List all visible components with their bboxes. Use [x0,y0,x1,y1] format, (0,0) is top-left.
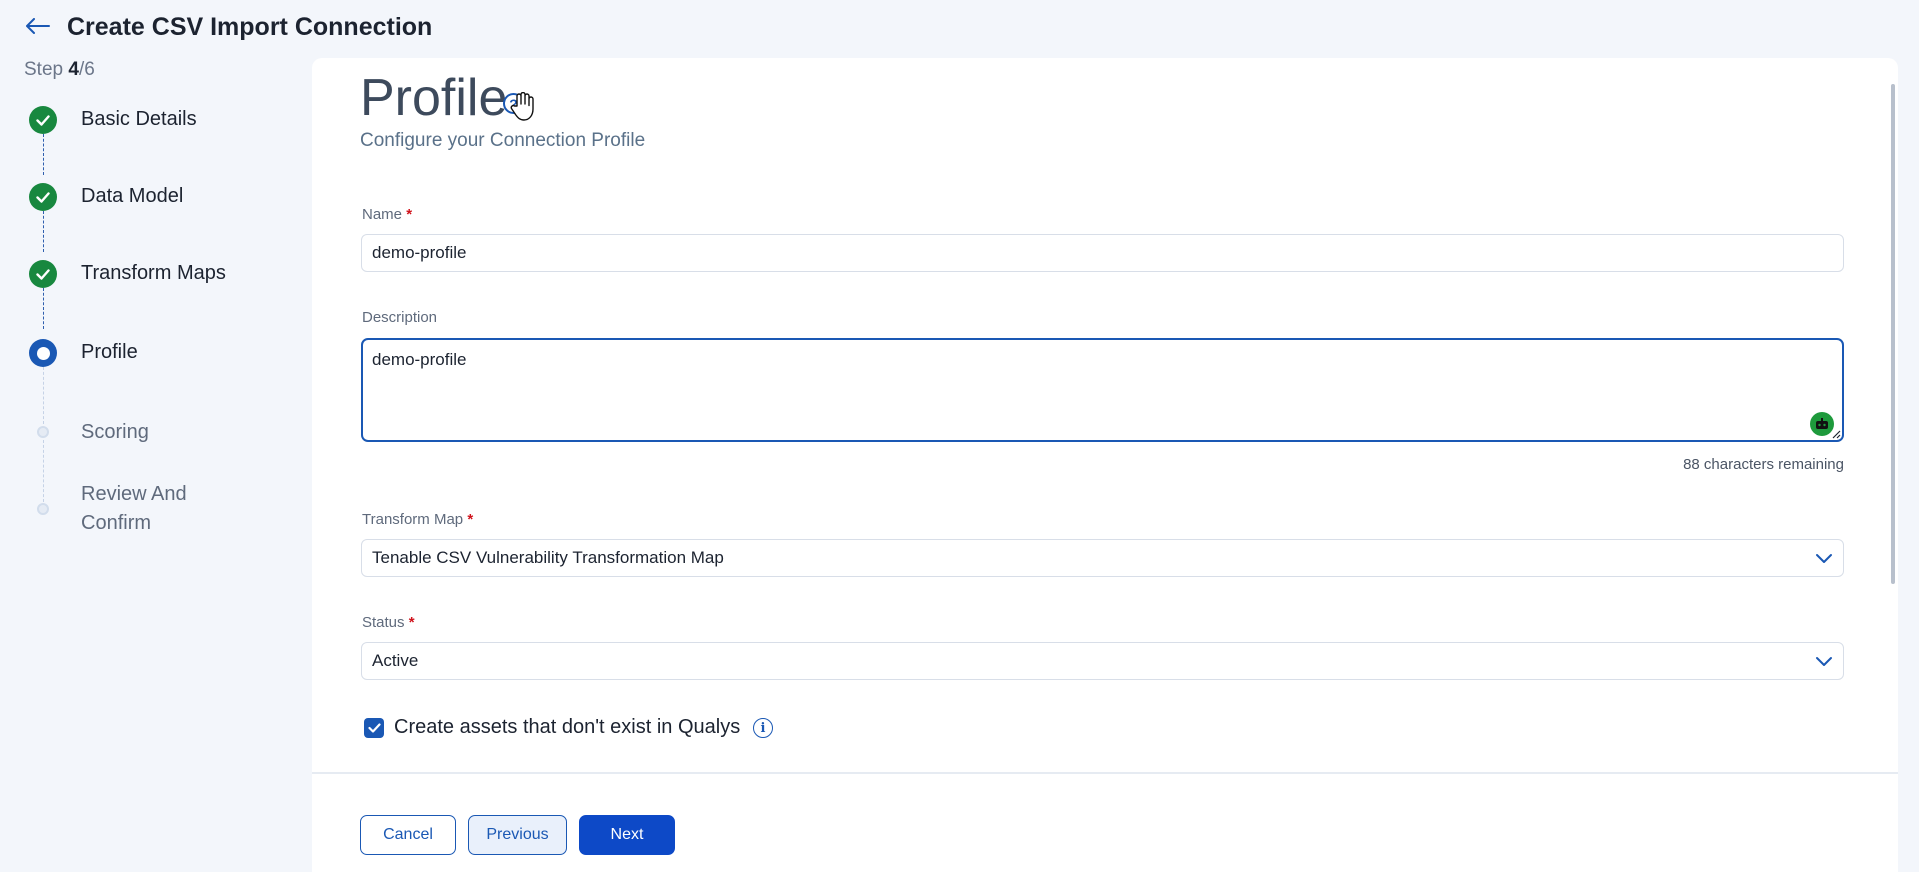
description-label: Description [362,309,438,326]
step-profile[interactable]: Profile [81,338,138,367]
status-value: Active [372,651,419,670]
stepper: Step 4/6 Basic Details Data Model Transf… [0,0,310,872]
section-subtitle: Configure your Connection Profile [360,130,646,151]
step-data-model[interactable]: Data Model [81,182,183,211]
name-input[interactable]: demo-profile [361,234,1844,272]
step-basic-details[interactable]: Basic Details [81,105,197,134]
check-icon [29,260,57,288]
step-connector [43,367,44,424]
chevron-down-icon [1816,657,1832,666]
transform-map-label: Transform Map * [362,511,474,528]
step-review-and-confirm[interactable]: Review And Confirm [81,480,241,538]
pending-step-icon [37,503,49,515]
step-counter: Step 4/6 [24,59,95,80]
previous-button[interactable]: Previous [468,815,567,855]
step-scoring[interactable]: Scoring [81,418,149,447]
scrollbar[interactable] [1891,84,1895,584]
cancel-button[interactable]: Cancel [360,815,456,855]
char-count: 88 characters remaining [1683,456,1844,473]
pending-step-icon [37,426,49,438]
create-assets-checkbox[interactable] [364,718,384,738]
hand-cursor-icon [510,92,534,121]
chevron-down-icon [1816,554,1832,563]
transform-map-select[interactable]: Tenable CSV Vulnerability Transformation… [361,539,1844,577]
description-textarea[interactable]: demo-profile [361,338,1844,442]
check-icon [29,183,57,211]
create-assets-label[interactable]: Create assets that don't exist in Qualys [394,716,740,739]
transform-map-value: Tenable CSV Vulnerability Transformation… [372,548,724,567]
name-label: Name * [362,206,413,223]
step-connector [43,440,44,502]
status-label: Status * [362,614,415,631]
step-transform-maps[interactable]: Transform Maps [81,259,226,288]
section-title: Profile [360,69,508,127]
status-select[interactable]: Active [361,642,1844,680]
check-icon [29,106,57,134]
current-step-icon [29,339,57,367]
info-icon[interactable]: i [753,718,773,738]
step-connector [43,211,44,252]
step-connector [43,288,44,329]
ai-assistant-icon[interactable] [1810,412,1834,436]
resize-handle-icon[interactable] [1832,430,1841,439]
next-button[interactable]: Next [579,815,675,855]
step-connector [43,134,44,175]
